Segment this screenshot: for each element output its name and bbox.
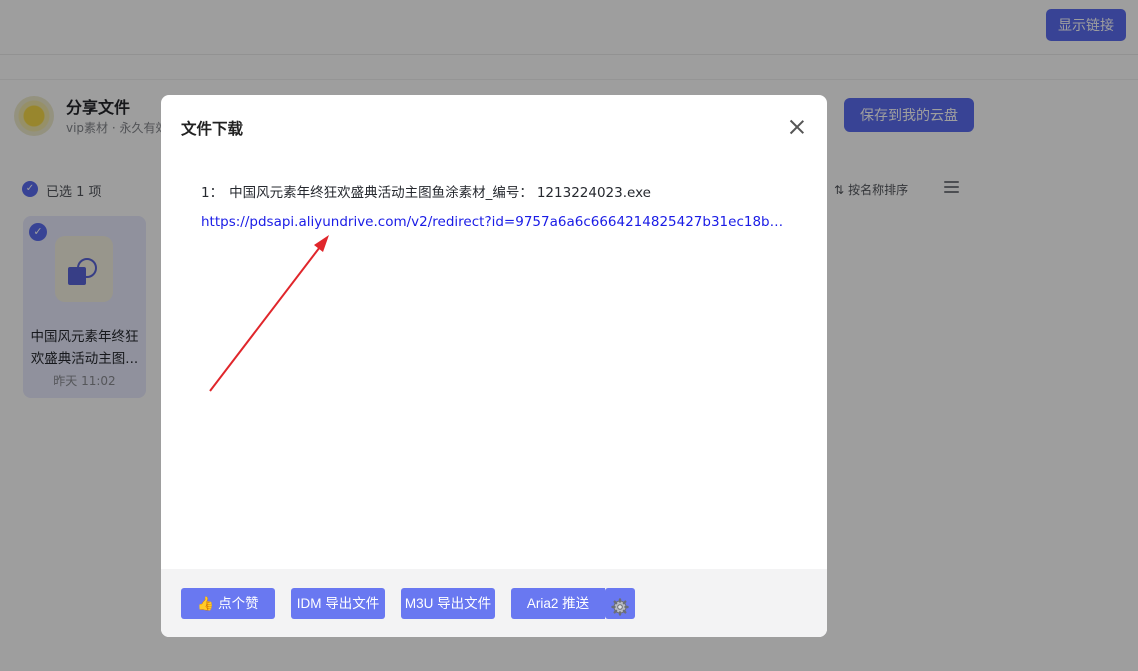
aria2-settings-button[interactable] xyxy=(605,588,635,619)
file-index: 1： xyxy=(201,185,224,201)
aria2-push-button[interactable]: Aria2 推送 xyxy=(511,588,605,619)
idm-export-button[interactable]: IDM 导出文件 xyxy=(291,588,385,619)
thumbs-up-icon: 👍 xyxy=(197,596,215,611)
m3u-export-button[interactable]: M3U 导出文件 xyxy=(401,588,495,619)
like-button[interactable]: 👍 点个赞 xyxy=(181,588,275,619)
file-id: 1213224023.exe xyxy=(536,185,651,201)
close-icon[interactable] xyxy=(787,117,807,137)
download-link[interactable]: https://pdsapi.aliyundrive.com/v2/redire… xyxy=(201,214,786,230)
like-label: 点个赞 xyxy=(218,596,259,611)
dialog-footer: 👍 点个赞 IDM 导出文件 M3U 导出文件 Aria2 推送 xyxy=(161,569,827,637)
dialog-title: 文件下载 xyxy=(181,120,244,138)
gear-icon xyxy=(611,597,629,616)
file-name: 中国风元素年终狂欢盛典活动主图鱼涂素材_编号： xyxy=(229,185,533,201)
annotation-arrow xyxy=(209,235,329,392)
file-entry: 1： 中国风元素年终狂欢盛典活动主图鱼涂素材_编号： 1213224023.exe xyxy=(201,181,651,201)
file-download-dialog: 文件下载 1： 中国风元素年终狂欢盛典活动主图鱼涂素材_编号： 1213224023… xyxy=(161,95,827,637)
